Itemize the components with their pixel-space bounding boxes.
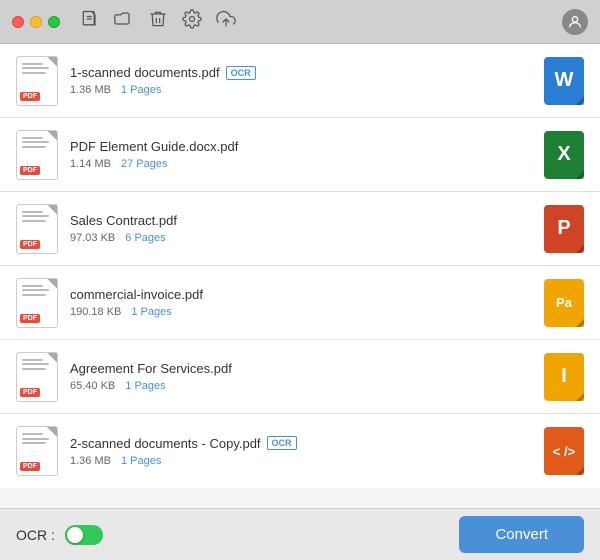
list-item: PDF PDF Element Guide.docx.pdf 1.14 MB 27 … xyxy=(0,118,600,192)
list-item: PDF Agreement For Services.pdf 65.40 KB 1 … xyxy=(0,340,600,414)
pdf-icon: PDF xyxy=(16,130,58,180)
avatar[interactable] xyxy=(562,9,588,35)
open-folder-icon[interactable] xyxy=(114,9,134,34)
ocr-toggle[interactable] xyxy=(65,525,103,545)
ocr-badge: OCR xyxy=(226,66,256,80)
title-bar xyxy=(0,0,600,44)
new-file-icon[interactable] xyxy=(80,9,100,34)
format-icon[interactable]: X xyxy=(544,131,584,179)
ocr-badge: OCR xyxy=(267,436,297,450)
file-list: PDF 1-scanned documents.pdf OCR 1.36 MB 1 P… xyxy=(0,44,600,508)
bottom-bar: OCR : Convert xyxy=(0,508,600,560)
maximize-button[interactable] xyxy=(48,16,60,28)
file-info: PDF Element Guide.docx.pdf 1.14 MB 27 Page… xyxy=(70,139,544,170)
file-name: Sales Contract.pdf xyxy=(70,213,177,228)
file-name: 1-scanned documents.pdf xyxy=(70,65,220,80)
file-size: 97.03 KB xyxy=(70,232,115,244)
list-item: PDF 2-scanned documents - Copy.pdf OCR 1.3… xyxy=(0,414,600,488)
settings-icon[interactable] xyxy=(182,9,202,34)
file-info: commercial-invoice.pdf 190.18 KB 1 Pages xyxy=(70,287,544,318)
file-pages[interactable]: 1 Pages xyxy=(131,306,171,318)
delete-icon[interactable] xyxy=(148,9,168,34)
file-info: 1-scanned documents.pdf OCR 1.36 MB 1 Pages xyxy=(70,65,544,96)
file-size: 1.36 MB xyxy=(70,84,111,96)
file-pages[interactable]: 1 Pages xyxy=(121,84,161,96)
file-info: Sales Contract.pdf 97.03 KB 6 Pages xyxy=(70,213,544,244)
pdf-icon: PDF xyxy=(16,204,58,254)
toolbar-icons xyxy=(80,9,236,34)
traffic-lights xyxy=(12,16,60,28)
list-item: PDF Sales Contract.pdf 97.03 KB 6 Pages P xyxy=(0,192,600,266)
file-pages[interactable]: 6 Pages xyxy=(125,232,165,244)
file-size: 65.40 KB xyxy=(70,380,115,392)
list-item: PDF 1-scanned documents.pdf OCR 1.36 MB 1 P… xyxy=(0,44,600,118)
file-pages[interactable]: 27 Pages xyxy=(121,158,167,170)
format-icon[interactable]: < /> xyxy=(544,427,584,475)
file-size: 190.18 KB xyxy=(70,306,121,318)
minimize-button[interactable] xyxy=(30,16,42,28)
file-name: PDF Element Guide.docx.pdf xyxy=(70,139,238,154)
format-icon[interactable]: P xyxy=(544,205,584,253)
format-icon[interactable]: W xyxy=(544,57,584,105)
file-pages[interactable]: 1 Pages xyxy=(125,380,165,392)
list-item: PDF commercial-invoice.pdf 190.18 KB 1 Pag… xyxy=(0,266,600,340)
pdf-icon: PDF xyxy=(16,278,58,328)
file-size: 1.36 MB xyxy=(70,455,111,467)
upload-icon[interactable] xyxy=(216,9,236,34)
file-name: Agreement For Services.pdf xyxy=(70,361,232,376)
file-info: Agreement For Services.pdf 65.40 KB 1 Page… xyxy=(70,361,544,392)
pdf-icon: PDF xyxy=(16,352,58,402)
format-icon[interactable]: I xyxy=(544,353,584,401)
pdf-icon: PDF xyxy=(16,56,58,106)
toggle-knob xyxy=(67,527,83,543)
file-name: commercial-invoice.pdf xyxy=(70,287,203,302)
pdf-icon: PDF xyxy=(16,426,58,476)
convert-button[interactable]: Convert xyxy=(459,516,584,553)
file-info: 2-scanned documents - Copy.pdf OCR 1.36 MB… xyxy=(70,436,544,467)
file-pages[interactable]: 1 Pages xyxy=(121,455,161,467)
file-name: 2-scanned documents - Copy.pdf xyxy=(70,436,261,451)
format-icon[interactable]: Pa xyxy=(544,279,584,327)
ocr-label: OCR : xyxy=(16,527,55,543)
close-button[interactable] xyxy=(12,16,24,28)
file-size: 1.14 MB xyxy=(70,158,111,170)
